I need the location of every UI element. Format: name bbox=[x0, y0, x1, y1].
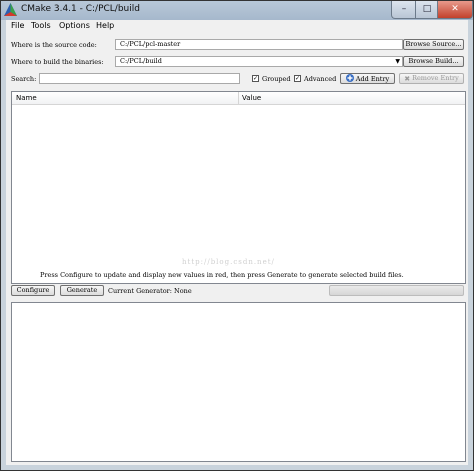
browse-build-button[interactable]: Browse Build... bbox=[403, 56, 464, 67]
cmake-logo-icon bbox=[4, 3, 17, 16]
column-header-name[interactable]: Name bbox=[16, 94, 37, 102]
tree-header: Name Value bbox=[12, 92, 465, 105]
browse-source-button[interactable]: Browse Source... bbox=[403, 39, 464, 50]
build-label: Where to build the binaries: bbox=[11, 58, 104, 66]
window-title: CMake 3.4.1 - C:/PCL/build bbox=[21, 4, 140, 14]
chevron-down-icon[interactable]: ▼ bbox=[395, 57, 400, 66]
title-bar[interactable]: CMake 3.4.1 - C:/PCL/build – □ ✕ bbox=[1, 1, 473, 20]
menu-options[interactable]: Options bbox=[59, 21, 90, 30]
add-entry-button[interactable]: Add Entry bbox=[340, 73, 395, 84]
source-label: Where is the source code: bbox=[11, 41, 97, 49]
status-message: Press Configure to update and display ne… bbox=[40, 271, 404, 279]
menu-bar: File Tools Options Help bbox=[6, 20, 468, 33]
configure-button[interactable]: Configure bbox=[11, 285, 55, 296]
add-entry-label: Add Entry bbox=[355, 75, 390, 83]
source-path-input[interactable]: C:/PCL/pcl-master bbox=[115, 39, 403, 50]
generate-button[interactable]: Generate bbox=[60, 285, 104, 296]
current-generator: Current Generator: None bbox=[108, 287, 192, 295]
cmake-window: CMake 3.4.1 - C:/PCL/build – □ ✕ File To… bbox=[0, 0, 474, 471]
minimize-button[interactable]: – bbox=[391, 1, 417, 19]
build-path-value: C:/PCL/build bbox=[120, 57, 162, 65]
maximize-button[interactable]: □ bbox=[415, 1, 439, 19]
plus-icon bbox=[345, 74, 354, 82]
advanced-label: Advanced bbox=[304, 75, 337, 83]
menu-file[interactable]: File bbox=[11, 21, 24, 30]
cache-tree-view[interactable]: Name Value http://blog.csdn.net/ bbox=[11, 91, 466, 284]
watermark: http://blog.csdn.net/ bbox=[182, 258, 275, 266]
remove-entry-label: Remove Entry bbox=[412, 74, 459, 82]
build-path-combo[interactable]: C:/PCL/build ▼ bbox=[115, 56, 403, 67]
menu-help[interactable]: Help bbox=[96, 21, 114, 30]
output-log[interactable] bbox=[11, 302, 466, 462]
remove-icon: ✖ bbox=[404, 75, 411, 83]
progress-bar bbox=[329, 285, 464, 296]
column-divider[interactable] bbox=[238, 92, 239, 104]
search-input[interactable] bbox=[39, 73, 240, 84]
column-header-value[interactable]: Value bbox=[242, 94, 261, 102]
menu-tools[interactable]: Tools bbox=[31, 21, 51, 30]
grouped-checkbox[interactable]: ✓ bbox=[252, 75, 259, 82]
close-button[interactable]: ✕ bbox=[437, 1, 473, 19]
grouped-label: Grouped bbox=[262, 75, 291, 83]
advanced-checkbox[interactable]: ✓ bbox=[294, 75, 301, 82]
search-label: Search: bbox=[11, 75, 37, 83]
remove-entry-button[interactable]: ✖ Remove Entry bbox=[399, 73, 464, 84]
client-area: File Tools Options Help Where is the sou… bbox=[6, 20, 468, 465]
